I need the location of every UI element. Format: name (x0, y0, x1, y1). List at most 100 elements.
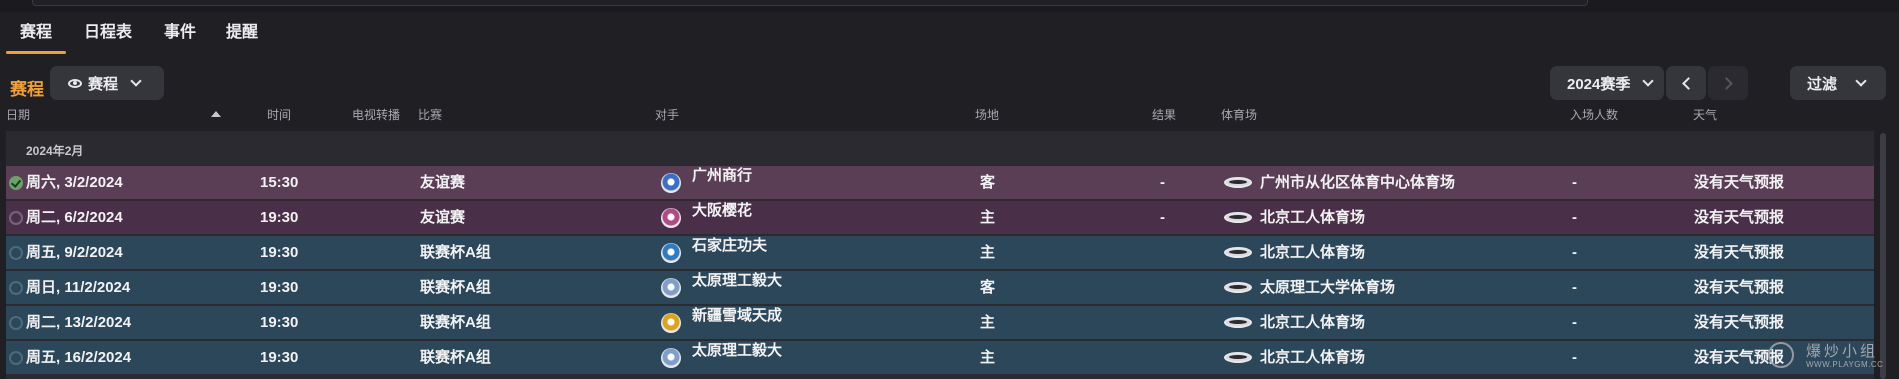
table-row[interactable]: 周日, 11/2/2024 19:30 联赛杯A组 太原理工毅大 客 太原理工大… (6, 271, 1874, 304)
status-pending-icon (9, 281, 23, 295)
cell-result: - (1160, 209, 1165, 226)
status-pending-icon (9, 211, 23, 225)
tab-calendar[interactable]: 日程表 (80, 14, 136, 54)
cell-venue: 客 (980, 174, 996, 191)
status-pending-icon (9, 316, 23, 330)
stadium-icon (1224, 212, 1252, 223)
column-header-time[interactable]: 时间 (267, 106, 291, 123)
column-header-tv[interactable]: 电视转播 (352, 106, 400, 123)
club-badge-icon (661, 348, 681, 368)
next-season-button[interactable] (1708, 66, 1748, 100)
table-row[interactable]: 周五, 9/2/2024 19:30 联赛杯A组 石家庄功夫 主 北京工人体育场… (6, 236, 1874, 269)
table-row[interactable]: 周二, 13/2/2024 19:30 联赛杯A组 新疆雪域天成 主 北京工人体… (6, 306, 1874, 339)
cell-time: 19:30 (260, 349, 299, 366)
column-header-result[interactable]: 结果 (1152, 106, 1176, 123)
cell-opponent[interactable]: 新疆雪域天成 (692, 299, 782, 332)
sort-ascending-icon[interactable] (211, 111, 221, 117)
filter-button-label: 过滤 (1807, 75, 1838, 93)
watermark: 爆炒小组 WWW.PLAYGM.CC (1768, 338, 1894, 376)
cell-competition: 联赛杯A组 (420, 244, 491, 261)
chevron-down-icon (130, 75, 142, 87)
column-header-venue[interactable]: 场地 (975, 106, 999, 123)
tab-bar: 赛程 日程表 事件 提醒 (0, 14, 1899, 54)
watermark-url: WWW.PLAYGM.CC (1806, 360, 1884, 369)
cell-opponent[interactable]: 广州商行 (692, 159, 752, 192)
club-badge-icon (661, 243, 681, 263)
cell-stadium[interactable]: 北京工人体育场 (1260, 201, 1365, 234)
club-badge-icon (661, 208, 681, 228)
column-header-stadium[interactable]: 体育场 (1221, 106, 1257, 123)
status-pending-icon (9, 246, 23, 260)
watermark-logo-icon (1768, 342, 1794, 368)
column-header-opponent[interactable]: 对手 (655, 106, 679, 123)
cell-date: 周二, 13/2/2024 (26, 314, 132, 331)
cell-date: 周五, 16/2/2024 (26, 349, 132, 366)
cell-competition: 联赛杯A组 (420, 314, 491, 331)
cell-opponent[interactable]: 太原理工毅大 (692, 264, 782, 297)
season-dropdown-label: 2024赛季 (1567, 75, 1631, 93)
cell-venue: 主 (980, 209, 996, 226)
cell-date: 周五, 9/2/2024 (26, 244, 123, 261)
cell-weather: 没有天气预报 (1694, 314, 1785, 331)
tab-reminders[interactable]: 提醒 (222, 14, 262, 54)
cell-attendance: - (1572, 244, 1577, 261)
section-title: 赛程 (10, 80, 44, 99)
cell-opponent[interactable]: 石家庄功夫 (692, 229, 767, 262)
stadium-icon (1224, 282, 1252, 293)
club-badge-icon (661, 173, 681, 193)
stadium-icon (1224, 177, 1252, 188)
cell-stadium[interactable]: 北京工人体育场 (1260, 341, 1365, 374)
cell-date: 周二, 6/2/2024 (26, 209, 123, 226)
chevron-down-icon (1855, 75, 1867, 87)
cell-venue: 主 (980, 314, 996, 331)
cell-competition: 联赛杯A组 (420, 349, 491, 366)
cell-time: 19:30 (260, 314, 299, 331)
column-header-weather[interactable]: 天气 (1693, 106, 1717, 123)
cell-attendance: - (1572, 279, 1577, 296)
chevron-down-icon (1642, 75, 1655, 87)
club-badge-icon (661, 278, 681, 298)
cell-time: 19:30 (260, 209, 299, 226)
column-header-competition[interactable]: 比赛 (418, 106, 442, 123)
cell-weather: 没有天气预报 (1694, 174, 1785, 191)
watermark-text: 爆炒小组 (1806, 342, 1879, 360)
status-pending-icon (9, 351, 23, 365)
search-bar[interactable] (32, 0, 1588, 6)
cell-time: 19:30 (260, 244, 299, 261)
cell-competition: 友谊赛 (420, 209, 466, 226)
tab-events[interactable]: 事件 (160, 14, 200, 54)
filter-button[interactable]: 过滤 (1790, 66, 1886, 100)
cell-attendance: - (1572, 314, 1577, 331)
eye-icon (68, 78, 82, 88)
club-badge-icon (661, 313, 681, 333)
table-row[interactable]: 周六, 3/2/2024 15:30 友谊赛 广州商行 客 - 广州市从化区体育… (6, 166, 1874, 199)
cell-result: - (1160, 174, 1165, 191)
cell-attendance: - (1572, 209, 1577, 226)
cell-stadium[interactable]: 北京工人体育场 (1260, 236, 1365, 269)
cell-stadium[interactable]: 北京工人体育场 (1260, 306, 1365, 339)
cell-stadium[interactable]: 太原理工大学体育场 (1260, 271, 1395, 304)
tab-fixtures[interactable]: 赛程 (6, 14, 66, 54)
previous-season-button[interactable] (1666, 66, 1706, 100)
top-strip (0, 0, 1899, 12)
cell-attendance: - (1572, 174, 1577, 191)
status-check-icon (9, 176, 23, 190)
month-group-header: 2024年2月 (26, 144, 84, 158)
cell-weather: 没有天气预报 (1694, 244, 1785, 261)
view-dropdown[interactable]: 赛程 (50, 66, 164, 100)
cell-opponent[interactable]: 太原理工毅大 (692, 334, 782, 367)
cell-opponent[interactable]: 大阪樱花 (692, 194, 752, 227)
cell-competition: 联赛杯A组 (420, 279, 491, 296)
season-dropdown[interactable]: 2024赛季 (1550, 66, 1664, 100)
column-header-date[interactable]: 日期 (6, 106, 30, 123)
table-row[interactable]: 周五, 16/2/2024 19:30 联赛杯A组 太原理工毅大 主 北京工人体… (6, 341, 1874, 374)
cell-stadium[interactable]: 广州市从化区体育中心体育场 (1260, 166, 1455, 199)
view-dropdown-label: 赛程 (88, 75, 119, 93)
stadium-icon (1224, 352, 1252, 363)
cell-venue: 主 (980, 244, 996, 261)
column-header-attendance[interactable]: 入场人数 (1570, 106, 1618, 123)
table-row[interactable]: 周二, 6/2/2024 19:30 友谊赛 大阪樱花 主 - 北京工人体育场 … (6, 201, 1874, 234)
chevron-right-icon (1719, 76, 1733, 90)
cell-weather: 没有天气预报 (1694, 279, 1785, 296)
cell-date: 周日, 11/2/2024 (26, 279, 131, 296)
